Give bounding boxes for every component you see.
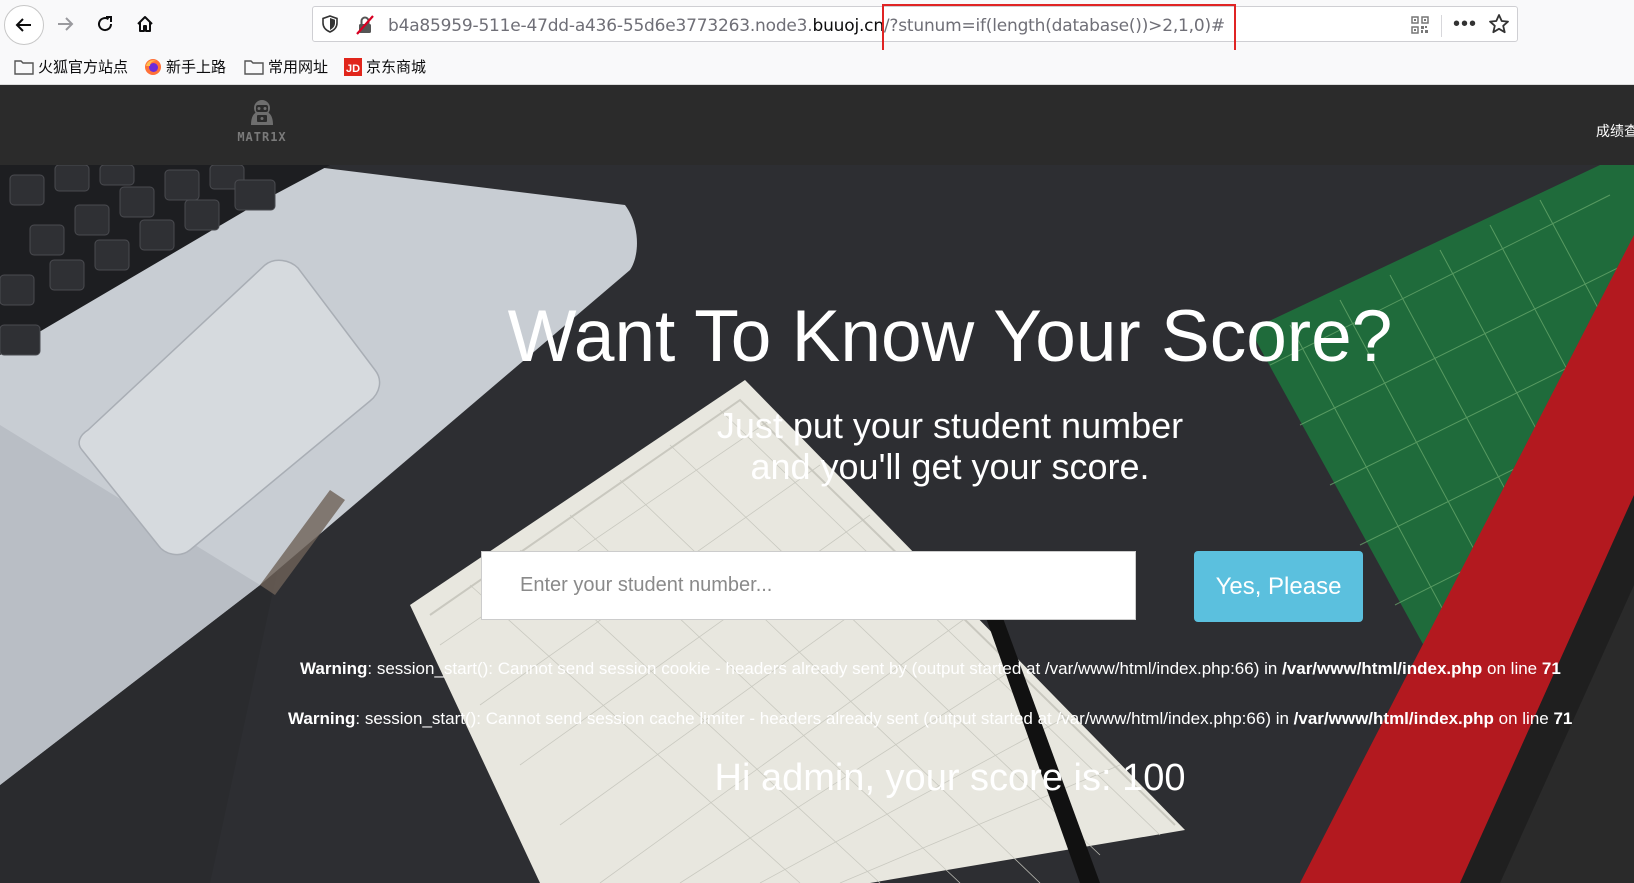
bookmarks-toolbar: 火狐官方站点 新手上路 常用网址 JD 京东商城 xyxy=(0,50,1634,85)
bookmark-common-sites[interactable]: 常用网址 xyxy=(244,56,328,77)
browser-toolbar: b4a85959-511e-47dd-a436-55d6e3773263.nod… xyxy=(0,0,1634,53)
back-button[interactable] xyxy=(4,5,44,45)
address-bar[interactable]: b4a85959-511e-47dd-a436-55d6e3773263.nod… xyxy=(312,6,1518,42)
submit-button[interactable]: Yes, Please xyxy=(1194,551,1363,622)
hero-subtitle: Just put your student number and you'll … xyxy=(0,405,1634,487)
qr-code-icon[interactable] xyxy=(1411,16,1429,39)
site-logo[interactable]: MATR1X xyxy=(236,97,288,144)
url-path: /?stunum=if(length(database())>2,1,0)# xyxy=(883,16,1225,36)
reload-icon xyxy=(98,16,113,32)
url-text[interactable]: b4a85959-511e-47dd-a436-55d6e3773263.nod… xyxy=(388,16,1225,36)
forward-button[interactable] xyxy=(46,5,84,43)
bookmark-jd-mall[interactable]: JD 京东商城 xyxy=(344,56,426,77)
back-arrow-icon xyxy=(15,18,31,32)
warning-line-text: on line xyxy=(1482,659,1542,678)
url-separator xyxy=(1441,15,1442,37)
home-button[interactable] xyxy=(126,5,164,43)
tracking-shield-icon[interactable] xyxy=(321,15,339,38)
hero-subtitle-line-2: and you'll get your score. xyxy=(750,446,1150,487)
warning-line-text: on line xyxy=(1493,709,1554,728)
warning-label: Warning xyxy=(288,709,356,728)
warning-file: /var/www/html/index.php xyxy=(1282,659,1483,678)
bookmark-getting-started[interactable]: 新手上路 xyxy=(144,56,226,77)
folder-icon xyxy=(244,59,264,75)
warning-file: /var/www/html/index.php xyxy=(1293,709,1494,728)
bookmark-label: 火狐官方站点 xyxy=(38,59,129,76)
hero-headline: Want To Know Your Score? xyxy=(507,296,1393,377)
bookmark-label: 新手上路 xyxy=(166,59,227,76)
warning-line-number: 71 xyxy=(1541,659,1561,678)
student-number-input[interactable] xyxy=(481,551,1136,620)
score-result: Hi admin, your score is: 100 xyxy=(714,757,1186,799)
warning-message: : session_start(): Cannot send session c… xyxy=(355,709,1294,728)
php-warning-1: Warning: session_start(): Cannot send se… xyxy=(300,659,1561,679)
folder-icon xyxy=(14,59,34,75)
hero-section: Want To Know Your Score? Just put your s… xyxy=(0,165,1634,883)
jd-logo-icon: JD xyxy=(344,57,362,76)
svg-text:JD: JD xyxy=(346,63,360,75)
url-host-prefix: b4a85959-511e-47dd-a436-55d6e3773263.nod… xyxy=(388,16,813,36)
warning-message: : session_start(): Cannot send session c… xyxy=(367,659,1283,678)
forward-arrow-icon xyxy=(58,17,74,31)
bookmark-star-icon[interactable] xyxy=(1488,13,1510,40)
php-warning-2: Warning: session_start(): Cannot send se… xyxy=(288,709,1572,729)
url-domain: buuoj.cn xyxy=(812,16,885,36)
home-icon xyxy=(137,16,153,32)
nav-link-score-query[interactable]: 成绩查 xyxy=(1596,121,1634,141)
warning-label: Warning xyxy=(300,659,368,678)
bookmark-label: 常用网址 xyxy=(268,59,329,76)
bookmark-label: 京东商城 xyxy=(366,59,427,76)
insecure-lock-icon[interactable] xyxy=(356,15,374,40)
site-navbar: MATR1X 成绩查 xyxy=(0,85,1634,165)
logo-text: MATR1X xyxy=(237,130,287,144)
reload-button[interactable] xyxy=(86,5,124,43)
page-actions-menu-icon[interactable]: ••• xyxy=(1453,13,1477,36)
firefox-logo-icon xyxy=(144,58,162,76)
hacker-logo-icon xyxy=(251,100,273,125)
warning-line-number: 71 xyxy=(1553,709,1573,728)
bookmark-firefox-official[interactable]: 火狐官方站点 xyxy=(14,56,128,77)
hero-subtitle-line-1: Just put your student number xyxy=(716,405,1184,446)
